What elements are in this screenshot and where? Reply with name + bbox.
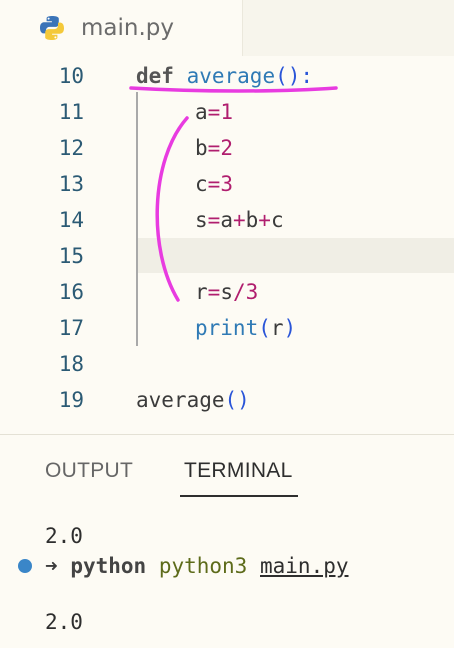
line-number: 15 <box>58 244 84 268</box>
variable: r <box>195 280 208 304</box>
keyword-def: def <box>136 64 174 88</box>
terminal-prompt-line: ➜ python python3 main.py <box>45 554 349 578</box>
python-icon <box>40 16 64 40</box>
function-name: average <box>186 64 276 88</box>
number: 1 <box>220 100 233 124</box>
code-line-13: c=3 <box>195 166 233 202</box>
code-line-11: a=1 <box>195 94 233 130</box>
line-number: 17 <box>58 316 84 340</box>
variable: a <box>220 208 233 232</box>
builtin-print: print <box>195 316 259 340</box>
terminal-output-line: 2.0 <box>45 610 83 634</box>
tab-output[interactable]: OUTPUT <box>45 459 133 483</box>
operator: = <box>207 208 221 232</box>
variable: a <box>195 100 208 124</box>
variable: s <box>195 208 208 232</box>
line-number: 12 <box>58 136 84 160</box>
prompt-directory: python <box>70 554 147 578</box>
status-dot-icon <box>18 559 32 573</box>
indent-guide <box>136 92 138 346</box>
current-line-highlight <box>138 238 454 273</box>
bottom-panel: OUTPUT TERMINAL 2.0 ➜ python python3 mai… <box>0 435 454 648</box>
code-line-10: def average(): <box>136 58 313 94</box>
code-line-17: print(r) <box>195 310 296 346</box>
operator: = <box>207 100 221 124</box>
parens: () <box>275 64 301 88</box>
tab-main-py[interactable]: main.py <box>0 0 243 56</box>
variable: b <box>245 208 259 232</box>
number: 3 <box>220 172 233 196</box>
tab-terminal[interactable]: TERMINAL <box>184 459 293 483</box>
active-tab-indicator <box>180 495 298 497</box>
operator: + <box>258 208 271 232</box>
line-number: 19 <box>58 388 84 412</box>
line-number: 10 <box>58 64 84 88</box>
tab-bar: main.py <box>0 0 454 56</box>
line-number: 11 <box>58 100 84 124</box>
operator: = <box>207 172 221 196</box>
command-file-link[interactable]: main.py <box>260 554 349 578</box>
terminal-output-line: 2.0 <box>45 524 83 548</box>
tab-filename: main.py <box>81 15 174 41</box>
variable: b <box>195 136 208 160</box>
code-line-12: b=2 <box>195 130 233 166</box>
operator: = <box>207 136 221 160</box>
variable: r <box>270 316 284 340</box>
operator: = <box>207 280 221 304</box>
variable: c <box>270 208 284 232</box>
colon: : <box>300 64 314 88</box>
line-number: 14 <box>58 208 84 232</box>
function-call: average <box>136 388 225 412</box>
code-line-14: s=a+b+c <box>195 202 284 238</box>
code-editor[interactable]: 10 11 12 13 14 15 16 17 18 19 def averag… <box>0 56 454 434</box>
variable: c <box>195 172 208 196</box>
prompt-arrow-icon: ➜ <box>45 554 58 578</box>
command: python3 <box>158 554 248 578</box>
paren-open: ( <box>258 316 271 340</box>
operator: / <box>232 280 246 304</box>
paren-close: ) <box>283 316 297 340</box>
line-number: 18 <box>58 352 84 376</box>
line-number: 16 <box>58 280 84 304</box>
code-line-19: average() <box>136 382 250 418</box>
number: 3 <box>245 280 259 304</box>
number: 2 <box>220 136 233 160</box>
line-number: 13 <box>58 172 84 196</box>
parens: () <box>224 388 250 412</box>
variable: s <box>220 280 233 304</box>
operator: + <box>232 208 246 232</box>
code-line-16: r=s/3 <box>195 274 258 310</box>
